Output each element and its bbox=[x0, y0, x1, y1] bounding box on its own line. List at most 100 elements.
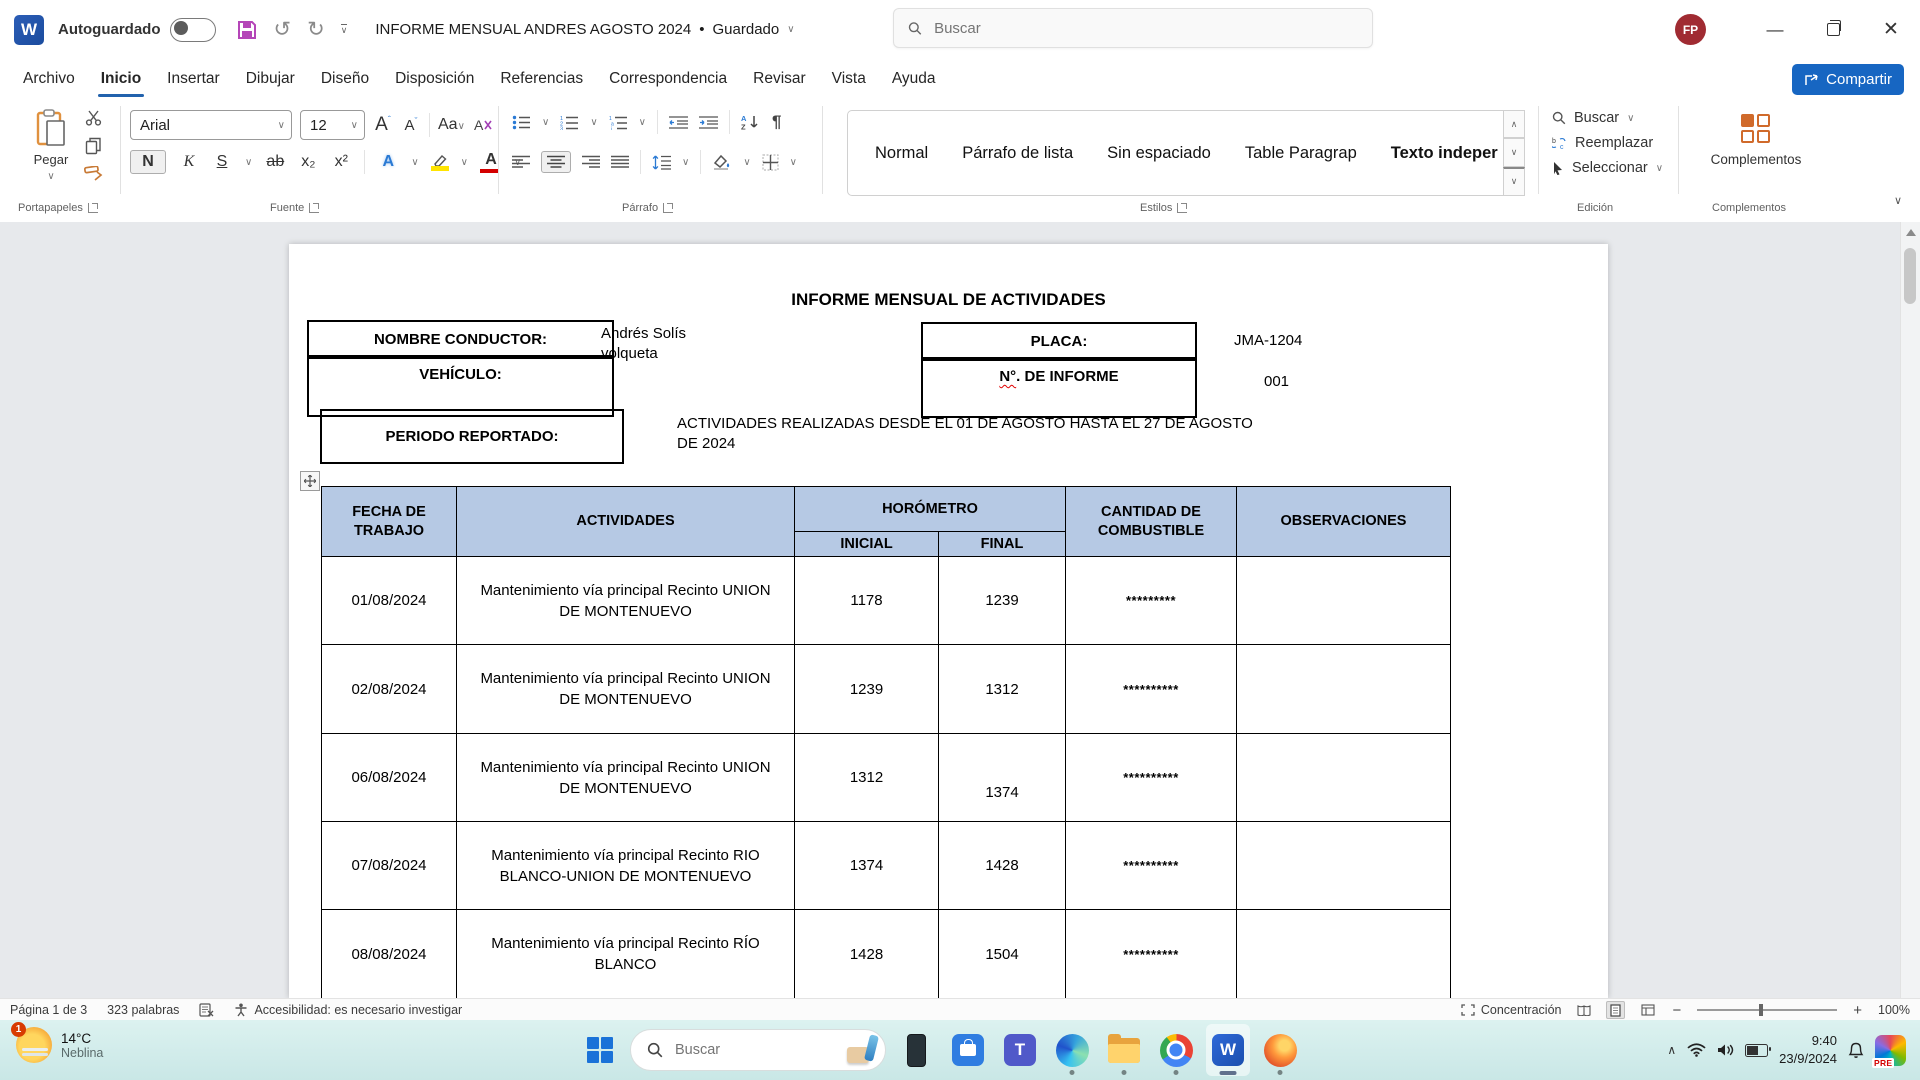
numbered-list-icon[interactable]: 1 2 3 bbox=[560, 115, 579, 130]
style-normal[interactable]: Normal bbox=[858, 144, 945, 163]
read-mode-button[interactable] bbox=[1575, 1002, 1592, 1018]
page-indicator[interactable]: Página 1 de 3 bbox=[10, 1003, 87, 1017]
taskbar-chrome-icon[interactable] bbox=[1154, 1024, 1198, 1076]
styles-scroll-down[interactable]: ∨ bbox=[1503, 138, 1525, 166]
zoom-level[interactable]: 100% bbox=[1878, 1003, 1910, 1017]
taskbar-search[interactable] bbox=[630, 1029, 886, 1071]
multilevel-list-icon[interactable]: 1 a i bbox=[609, 115, 628, 130]
table-move-handle[interactable] bbox=[300, 471, 320, 491]
paragraph-launcher-icon[interactable] bbox=[663, 203, 673, 213]
paste-button[interactable]: Pegar ∨ bbox=[22, 108, 80, 194]
tab-vista[interactable]: Vista bbox=[819, 61, 879, 97]
taskbar-teams-icon[interactable]: T bbox=[998, 1024, 1042, 1076]
notifications-bell-icon[interactable] bbox=[1848, 1042, 1864, 1059]
bullet-chevron-icon[interactable]: ∨ bbox=[542, 117, 549, 128]
proofing-status-icon[interactable] bbox=[199, 1003, 214, 1017]
highlight-button[interactable] bbox=[432, 154, 448, 171]
borders-chevron-icon[interactable]: ∨ bbox=[790, 157, 797, 168]
tab-revisar[interactable]: Revisar bbox=[740, 61, 819, 97]
bold-button[interactable]: N bbox=[130, 150, 166, 174]
activities-table[interactable]: FECHA DE TRABAJO ACTIVIDADES HORÓMETRO C… bbox=[321, 486, 1451, 998]
print-layout-button[interactable] bbox=[1606, 1001, 1625, 1019]
addins-button[interactable]: Complementos bbox=[1700, 108, 1812, 200]
style-parrafo-de-lista[interactable]: Párrafo de lista bbox=[945, 144, 1090, 163]
sort-icon[interactable]: A Z bbox=[741, 114, 761, 130]
superscript-button[interactable]: x² bbox=[331, 153, 351, 171]
taskbar-word-icon[interactable]: W bbox=[1206, 1024, 1250, 1076]
taskbar-firefox-icon[interactable] bbox=[1258, 1024, 1302, 1076]
collapse-ribbon-icon[interactable]: ∨ bbox=[1894, 194, 1902, 207]
taskbar-search-input[interactable] bbox=[673, 1041, 807, 1059]
start-button[interactable] bbox=[578, 1024, 622, 1076]
battery-icon[interactable] bbox=[1745, 1044, 1768, 1057]
word-app-icon[interactable]: W bbox=[14, 15, 44, 45]
style-texto-independiente[interactable]: Texto indeper bbox=[1374, 144, 1515, 163]
clear-formatting-icon[interactable]: A bbox=[473, 117, 493, 134]
bullet-list-icon[interactable] bbox=[512, 115, 531, 130]
zoom-out-button[interactable]: − bbox=[1670, 1002, 1683, 1019]
tab-referencias[interactable]: Referencias bbox=[487, 61, 596, 97]
wifi-icon[interactable] bbox=[1687, 1043, 1706, 1057]
justify-icon[interactable] bbox=[611, 155, 629, 169]
redo-button[interactable]: ↻ bbox=[307, 19, 325, 40]
scroll-up-icon[interactable] bbox=[1906, 229, 1916, 236]
minimize-button[interactable]: — bbox=[1746, 0, 1804, 59]
account-avatar[interactable]: FP bbox=[1675, 14, 1706, 45]
undo-button[interactable]: ↺ bbox=[274, 19, 292, 40]
align-right-icon[interactable] bbox=[582, 155, 600, 169]
borders-icon[interactable] bbox=[762, 154, 779, 171]
replace-button[interactable]: b c Reemplazar bbox=[1552, 135, 1663, 151]
search-highlight-doodle-icon[interactable] bbox=[845, 1034, 879, 1066]
taskbar-store-icon[interactable] bbox=[946, 1024, 990, 1076]
tab-correspondencia[interactable]: Correspondencia bbox=[596, 61, 740, 97]
autosave-toggle[interactable] bbox=[170, 18, 216, 42]
vertical-scrollbar[interactable] bbox=[1900, 222, 1920, 998]
font-size-combo[interactable]: 12 ∨ bbox=[300, 110, 365, 140]
numbered-chevron-icon[interactable]: ∨ bbox=[590, 117, 597, 128]
styles-gallery-more[interactable]: ∨ bbox=[1503, 167, 1525, 196]
word-count[interactable]: 323 palabras bbox=[107, 1003, 179, 1017]
line-spacing-chevron-icon[interactable]: ∨ bbox=[682, 157, 689, 168]
italic-button[interactable]: K bbox=[179, 153, 199, 171]
font-name-combo[interactable]: Arial ∨ bbox=[130, 110, 292, 140]
style-sin-espaciado[interactable]: Sin espaciado bbox=[1090, 144, 1228, 163]
cut-icon[interactable] bbox=[85, 110, 103, 126]
document-page[interactable]: INFORME MENSUAL DE ACTIVIDADES NOMBRE CO… bbox=[289, 244, 1608, 998]
volume-icon[interactable] bbox=[1717, 1043, 1734, 1057]
weather-widget[interactable]: 1 14°C Neblina bbox=[16, 1027, 103, 1063]
grow-font-button[interactable]: Aˆ bbox=[373, 114, 393, 136]
focus-mode-button[interactable]: Concentración bbox=[1461, 1003, 1562, 1017]
tab-inicio[interactable]: Inicio bbox=[88, 61, 154, 97]
zoom-in-button[interactable]: + bbox=[1851, 1002, 1864, 1019]
taskbar-phone-link-icon[interactable] bbox=[894, 1024, 938, 1076]
tab-insertar[interactable]: Insertar bbox=[154, 61, 233, 97]
strikethrough-button[interactable]: ab bbox=[265, 153, 285, 171]
subscript-button[interactable]: x₂ bbox=[298, 153, 318, 171]
search-input[interactable] bbox=[932, 19, 1358, 38]
clipboard-launcher-icon[interactable] bbox=[88, 203, 98, 213]
align-left-icon[interactable] bbox=[512, 155, 530, 169]
title-chevron-down-icon[interactable]: ∨ bbox=[787, 24, 794, 35]
decrease-indent-icon[interactable] bbox=[669, 115, 688, 129]
text-effects-button[interactable]: A bbox=[378, 153, 398, 171]
change-case-button[interactable]: Aa∨ bbox=[438, 116, 465, 134]
font-launcher-icon[interactable] bbox=[309, 203, 319, 213]
highlight-chevron-icon[interactable]: ∨ bbox=[461, 157, 468, 168]
web-layout-button[interactable] bbox=[1639, 1002, 1656, 1018]
tab-dibujar[interactable]: Dibujar bbox=[233, 61, 308, 97]
line-spacing-icon[interactable] bbox=[652, 155, 671, 170]
format-painter-icon[interactable] bbox=[84, 166, 103, 181]
show-marks-button[interactable]: ¶ bbox=[772, 112, 781, 132]
tab-diseno[interactable]: Diseño bbox=[308, 61, 382, 97]
increase-indent-icon[interactable] bbox=[699, 115, 718, 129]
titlebar-search[interactable] bbox=[893, 8, 1373, 48]
scrollbar-thumb[interactable] bbox=[1904, 248, 1916, 304]
shading-icon[interactable] bbox=[712, 154, 732, 170]
underline-chevron-icon[interactable]: ∨ bbox=[245, 157, 252, 168]
zoom-slider-knob[interactable] bbox=[1759, 1004, 1763, 1016]
taskbar-colorful-app-icon[interactable]: PRE bbox=[1875, 1035, 1906, 1066]
taskbar-file-explorer-icon[interactable] bbox=[1102, 1024, 1146, 1076]
tab-disposicion[interactable]: Disposición bbox=[382, 61, 487, 97]
tray-chevron-up-icon[interactable]: ∧ bbox=[1667, 1043, 1676, 1057]
tab-archivo[interactable]: Archivo bbox=[10, 61, 88, 97]
